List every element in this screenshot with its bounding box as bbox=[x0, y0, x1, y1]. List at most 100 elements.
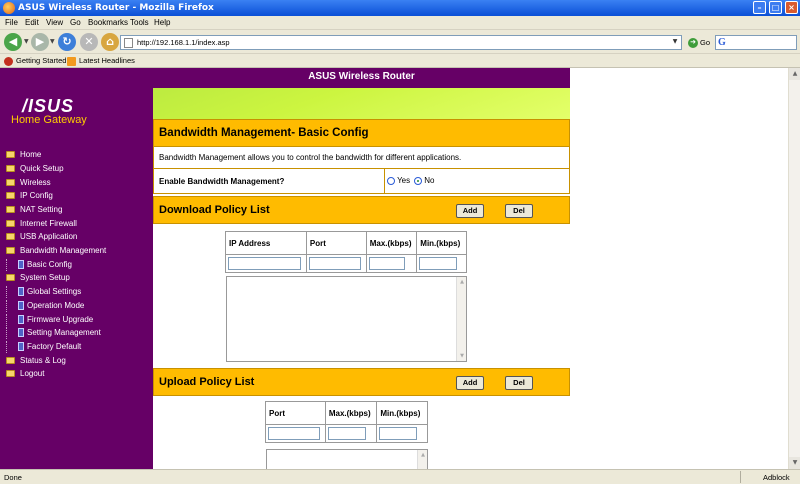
sidebar-item-basic-config[interactable]: Basic Config bbox=[6, 259, 72, 271]
upload-min-kbps-input[interactable] bbox=[379, 427, 418, 440]
home-icon[interactable]: ⌂ bbox=[101, 33, 119, 51]
scroll-up-icon[interactable]: ▲ bbox=[418, 452, 428, 458]
menu-tools[interactable]: Tools bbox=[130, 18, 149, 27]
ip-address-input[interactable] bbox=[228, 257, 301, 270]
listbox-scrollbar[interactable]: ▲ bbox=[417, 450, 427, 469]
search-input[interactable]: G bbox=[715, 35, 797, 50]
folder-icon bbox=[6, 370, 15, 378]
sidebar-item-factory-default[interactable]: Factory Default bbox=[6, 341, 81, 353]
folder-icon bbox=[6, 220, 15, 228]
folder-icon bbox=[6, 165, 15, 173]
minimize-button[interactable]: – bbox=[753, 1, 766, 14]
window-title: ASUS Wireless Router - Mozilla Firefox bbox=[18, 3, 214, 13]
column-header-max: Max.(kbps) bbox=[324, 401, 378, 425]
upload-add-button[interactable]: Add bbox=[456, 376, 484, 390]
close-button[interactable]: × bbox=[785, 1, 798, 14]
sidebar-item-operation-mode[interactable]: Operation Mode bbox=[6, 300, 84, 312]
cell-port bbox=[305, 254, 367, 273]
rss-icon bbox=[67, 56, 76, 66]
google-icon: G bbox=[718, 37, 726, 48]
upload-del-button[interactable]: Del bbox=[505, 376, 533, 390]
sidebar-item-status-log[interactable]: Status & Log bbox=[6, 355, 66, 367]
cell-max bbox=[324, 424, 378, 443]
folder-open-icon bbox=[6, 274, 15, 282]
column-divider bbox=[384, 169, 385, 193]
go-label: Go bbox=[700, 38, 711, 47]
menu-edit[interactable]: Edit bbox=[25, 18, 39, 27]
upload-policy-title: Upload Policy List bbox=[159, 376, 255, 388]
radio-no[interactable] bbox=[414, 176, 422, 185]
tree-line bbox=[6, 300, 16, 312]
page-title: Bandwidth Management- Basic Config bbox=[159, 127, 369, 139]
back-icon[interactable]: ◀ bbox=[4, 33, 22, 51]
sidebar-item-setting-management[interactable]: Setting Management bbox=[6, 327, 101, 339]
sidebar-item-bandwidth-management[interactable]: Bandwidth Management bbox=[6, 245, 106, 257]
enable-yes-option[interactable]: Yes bbox=[387, 176, 410, 185]
sidebar-item-wireless[interactable]: Wireless bbox=[6, 177, 51, 189]
scroll-down-icon[interactable]: ▼ bbox=[789, 457, 800, 469]
document-icon bbox=[18, 342, 24, 352]
download-policy-header: Download Policy List Add Del bbox=[153, 196, 570, 224]
sidebar-item-logout[interactable]: Logout bbox=[6, 368, 44, 380]
folder-open-icon bbox=[6, 247, 15, 255]
go-arrow-icon: ➜ bbox=[688, 38, 698, 49]
sidebar-item-usb-application[interactable]: USB Application bbox=[6, 231, 77, 243]
scroll-down-icon[interactable]: ▼ bbox=[457, 353, 467, 359]
sidebar-item-quick-setup[interactable]: Quick Setup bbox=[6, 163, 64, 175]
sidebar-item-firmware-upgrade[interactable]: Firmware Upgrade bbox=[6, 314, 93, 326]
scroll-up-icon[interactable]: ▲ bbox=[457, 279, 467, 285]
cell-min bbox=[376, 424, 428, 443]
min-kbps-input[interactable] bbox=[419, 257, 458, 270]
tree-line bbox=[6, 314, 16, 326]
status-divider bbox=[740, 471, 741, 483]
sidebar-item-nat-setting[interactable]: NAT Setting bbox=[6, 204, 62, 216]
download-policy-listbox[interactable]: ▲ ▼ bbox=[226, 276, 467, 362]
page-scrollbar[interactable]: ▲ ▼ bbox=[788, 68, 800, 469]
sidebar-item-home[interactable]: Home bbox=[6, 149, 41, 161]
port-input[interactable] bbox=[308, 257, 361, 270]
sidebar-item-ip-config[interactable]: IP Config bbox=[6, 190, 53, 202]
sidebar-item-global-settings[interactable]: Global Settings bbox=[6, 286, 81, 298]
enable-no-option[interactable]: No bbox=[414, 176, 434, 185]
column-header-ip: IP Address bbox=[225, 231, 307, 255]
menu-go[interactable]: Go bbox=[70, 18, 81, 27]
download-del-button[interactable]: Del bbox=[505, 204, 533, 218]
url-text[interactable]: http://192.168.1.1/index.asp bbox=[137, 38, 230, 47]
stop-icon[interactable]: ✕ bbox=[80, 33, 98, 51]
download-add-button[interactable]: Add bbox=[456, 204, 484, 218]
forward-dropdown-icon[interactable]: ▼ bbox=[50, 38, 55, 45]
url-dropdown-icon[interactable]: ▼ bbox=[671, 38, 679, 47]
adblock-status[interactable]: Adblock bbox=[763, 473, 790, 482]
back-dropdown-icon[interactable]: ▼ bbox=[24, 38, 29, 45]
listbox-scrollbar[interactable]: ▲ ▼ bbox=[456, 277, 466, 361]
upload-policy-header: Upload Policy List Add Del bbox=[153, 368, 570, 396]
radio-yes[interactable] bbox=[387, 176, 395, 185]
folder-icon bbox=[6, 151, 15, 159]
menu-file[interactable]: File bbox=[5, 18, 18, 27]
sidebar-item-internet-firewall[interactable]: Internet Firewall bbox=[6, 218, 77, 230]
menu-help[interactable]: Help bbox=[154, 18, 170, 27]
page-icon bbox=[124, 38, 133, 48]
window-title-bar[interactable]: ASUS Wireless Router - Mozilla Firefox –… bbox=[0, 0, 800, 16]
folder-icon bbox=[6, 206, 15, 214]
sidebar-item-system-setup[interactable]: System Setup bbox=[6, 272, 70, 284]
bookmark-latest-headlines[interactable]: Latest Headlines bbox=[67, 56, 135, 66]
upload-max-kbps-input[interactable] bbox=[327, 427, 366, 440]
url-field[interactable]: http://192.168.1.1/index.asp ▼ bbox=[120, 35, 682, 50]
cell-min bbox=[416, 254, 467, 273]
upload-policy-listbox[interactable]: ▲ bbox=[266, 449, 428, 469]
go-button[interactable]: ➜ Go bbox=[688, 36, 710, 49]
bookmark-getting-started[interactable]: Getting Started bbox=[4, 56, 66, 66]
bookmarks-toolbar: Getting Started Latest Headlines bbox=[0, 54, 800, 68]
column-header-port: Port bbox=[265, 401, 326, 425]
menu-bookmarks[interactable]: Bookmarks bbox=[88, 18, 128, 27]
scroll-up-icon[interactable]: ▲ bbox=[789, 68, 800, 80]
maximize-button[interactable]: □ bbox=[769, 1, 782, 14]
upload-port-input[interactable] bbox=[268, 427, 320, 440]
forward-icon[interactable]: ▶ bbox=[31, 33, 49, 51]
menu-view[interactable]: View bbox=[46, 18, 63, 27]
reload-icon[interactable]: ↻ bbox=[58, 33, 76, 51]
folder-icon bbox=[6, 192, 15, 200]
max-kbps-input[interactable] bbox=[368, 257, 405, 270]
cell-ip bbox=[225, 254, 307, 273]
